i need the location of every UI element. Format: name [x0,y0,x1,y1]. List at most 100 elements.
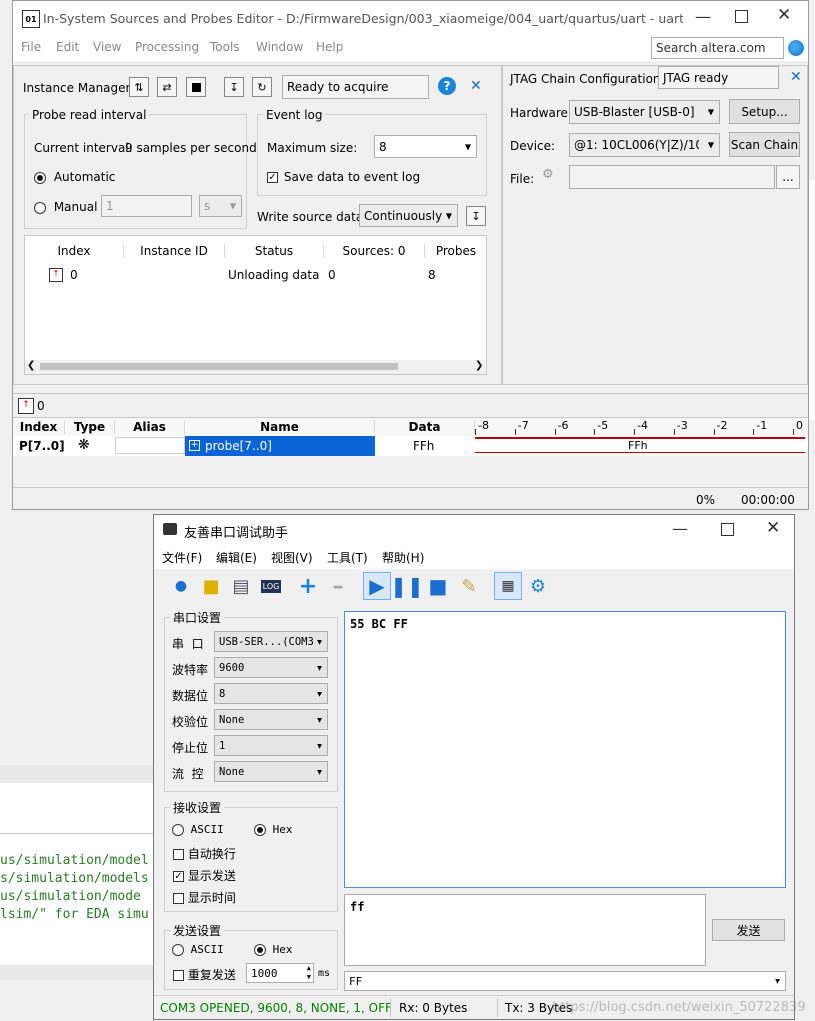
pause-icon[interactable]: ❚❚ [390,573,424,599]
clear-broom-icon[interactable]: ✎ [456,573,482,599]
scroll-right-icon[interactable]: ❯ [475,360,483,371]
close-icon[interactable]: ✕ [777,5,791,25]
app-icon [163,523,177,535]
col-header-name[interactable]: Name [185,420,375,434]
receive-ascii-radio[interactable]: ASCII [172,823,224,836]
toolbar: ● ■ ▤ LOG + – ▶ ❚❚ ■ ✎ ▦ ⚙ [154,569,794,601]
menu-edit[interactable]: Edit [56,40,79,54]
scan-chain-button[interactable]: Scan Chain [729,132,800,157]
browse-button[interactable]: ... [776,165,800,189]
stop-bits-select[interactable]: 1 ▼ [214,735,328,756]
flow-control-select[interactable]: None ▼ [214,761,328,782]
table-row[interactable]: P[7..0] ❋ + probe[7..0] FFh FFh [13,436,808,456]
menu-help[interactable]: 帮助(H) [382,549,424,566]
show-send-checkbox[interactable]: ✓ 显示发送 [173,867,236,884]
cell-name[interactable]: + probe[7..0] [185,436,375,456]
menu-window[interactable]: Window [256,40,303,54]
save-icon[interactable]: ▤ [228,573,254,599]
menu-tools[interactable]: 工具(T) [327,549,368,566]
parity-select[interactable]: None ▼ [214,709,328,730]
col-header-index[interactable]: Index [13,420,65,434]
play-icon[interactable]: ▶ [363,572,391,600]
menu-view[interactable]: 视图(V) [271,549,313,566]
globe-icon[interactable] [788,40,804,56]
hardware-select[interactable]: USB-Blaster [USB-0] ▼ [569,100,720,124]
stop-icon[interactable]: ■ [425,573,451,599]
horizontal-scrollbar[interactable]: ❮ ❯ [25,360,486,374]
menu-tools[interactable]: Tools [210,40,240,54]
programmer-icon[interactable]: ⚙ [542,167,560,185]
log-icon[interactable]: LOG [258,573,284,599]
minimize-icon[interactable]: — [693,7,713,27]
repeat-send-checkbox[interactable]: 重复发送 [173,966,236,983]
background-console: us/simulation/model s/simulation/models … [0,765,160,980]
data-bits-select[interactable]: 8 ▼ [214,683,328,704]
open-folder-icon[interactable]: ■ [198,573,224,599]
write-source-icon[interactable]: ↧ [466,206,486,226]
port-select[interactable]: USB-SER...(COM3 ▼ [214,631,328,652]
menu-file[interactable]: File [21,40,41,54]
menu-view[interactable]: View [93,40,121,54]
table-row[interactable]: ↑ 0 Unloading data 0 8 [25,266,486,286]
settings-gear-icon[interactable]: ⚙ [525,573,551,599]
send-history-value: FF [349,974,363,988]
expand-icon[interactable]: + [189,440,200,451]
col-header-status[interactable]: Status [225,244,324,258]
col-header-index[interactable]: Index [25,244,124,258]
save-event-log-checkbox[interactable]: ✓ Save data to event log [267,170,420,184]
col-header-data[interactable]: Data [375,420,475,434]
manual-interval-input[interactable]: 1 [101,195,192,217]
col-header-instance-id[interactable]: Instance ID [124,244,225,258]
write-source-label: Write source data: [257,210,368,224]
scroll-left-icon[interactable]: ❮ [27,360,35,371]
remove-icon[interactable]: – [325,573,351,599]
file-path-input[interactable] [569,165,775,189]
interval-unit-select[interactable]: s ▼ [199,195,242,217]
receive-hex-radio[interactable]: Hex [254,823,293,836]
send-ascii-radio[interactable]: ASCII [172,943,224,956]
col-header-type[interactable]: Type [65,420,115,434]
search-input[interactable]: Search altera.com [651,37,784,59]
manual-radio[interactable]: Manual [34,200,97,214]
automatic-radio[interactable]: Automatic [34,170,115,184]
send-button[interactable]: 发送 [712,919,785,941]
status-bar: COM3 OPENED, 9600, 8, NONE, 1, OFF Rx: 0… [154,995,806,1020]
axis-tick-mark [673,429,675,435]
write-source-select[interactable]: Continuously ▼ [359,204,458,227]
receive-area[interactable]: 55 BC FF [344,611,786,888]
menu-help[interactable]: Help [316,40,343,54]
chevron-down-icon: ▼ [317,637,322,646]
add-icon[interactable]: + [295,573,321,599]
repeat-interval-stepper[interactable]: 1000 ▲ ▼ [246,963,314,983]
menu-processing[interactable]: Processing [135,40,199,54]
setup-button[interactable]: Setup... [729,99,800,124]
col-header-probes[interactable]: Probes [425,244,487,258]
send-history-select[interactable]: FF ▼ [344,971,786,991]
close-icon[interactable]: ✕ [766,518,780,538]
title-bar: 友善串口调试助手 — ✕ [154,515,794,545]
scroll-thumb[interactable] [40,363,398,370]
new-icon[interactable]: ● [168,573,194,599]
auto-wrap-checkbox[interactable]: 自动换行 [173,845,236,862]
max-size-select[interactable]: 8 ▼ [374,135,477,158]
cell-sources: 0 [328,268,336,282]
file-label: File: [510,172,535,186]
maximize-icon[interactable] [735,10,748,23]
send-input[interactable]: ff [344,894,706,966]
minimize-icon[interactable]: — [672,519,688,538]
device-select[interactable]: @1: 10CL006(Y|Z)/10Cl ▼ [569,133,720,157]
chevron-down-icon: ▼ [317,689,322,698]
maximize-icon[interactable] [721,523,734,536]
window-layout-icon[interactable]: ▦ [494,572,522,600]
menu-edit[interactable]: 编辑(E) [216,549,257,566]
cell-alias[interactable] [115,437,185,454]
send-hex-radio[interactable]: Hex [254,943,293,956]
close-jtag-panel-icon[interactable]: ✕ [790,69,802,85]
col-header-alias[interactable]: Alias [115,420,185,434]
show-time-checkbox[interactable]: 显示时间 [173,889,236,906]
col-header-sources[interactable]: Sources: 0 [324,244,425,258]
baud-select[interactable]: 9600 ▼ [214,657,328,678]
stepper-arrows-icon[interactable]: ▲ ▼ [307,964,311,982]
menu-file[interactable]: 文件(F) [162,549,202,566]
data-bits-label: 数据位 [172,689,209,703]
